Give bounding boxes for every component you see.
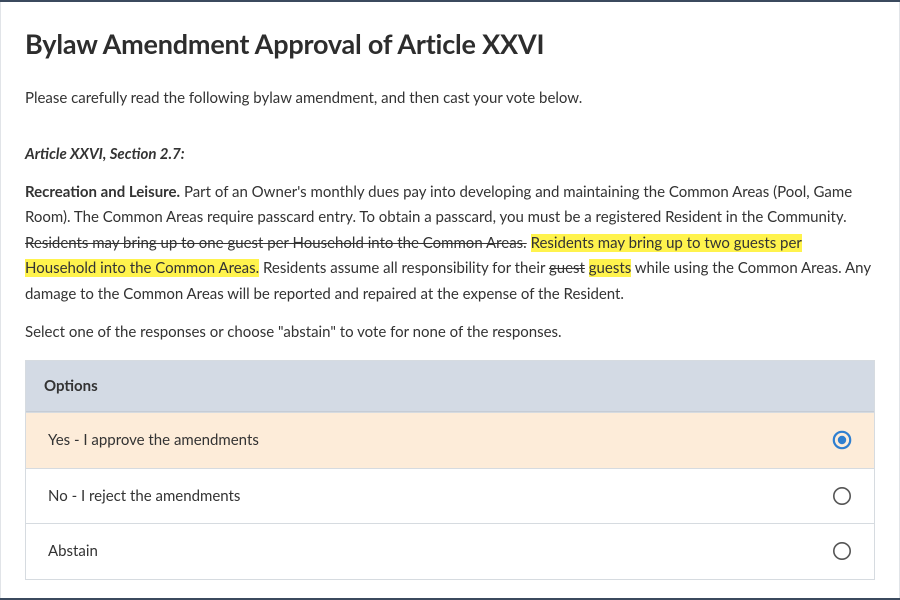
ballot-container: Bylaw Amendment Approval of Article XXVI… [0, 0, 900, 600]
page-title: Bylaw Amendment Approval of Article XXVI [25, 24, 875, 65]
bylaw-topic: Recreation and Leisure. [25, 183, 180, 201]
intro-text: Please carefully read the following byla… [25, 87, 875, 110]
option-label: Abstain [48, 540, 98, 563]
options-header: Options [26, 361, 874, 413]
section-heading: Article XXVI, Section 2.7: [25, 143, 875, 166]
options-box: Options Yes - I approve the amendments N… [25, 360, 875, 580]
option-no[interactable]: No - I reject the amendments [26, 468, 874, 524]
ballot-inner: Bylaw Amendment Approval of Article XXVI… [0, 2, 900, 598]
bylaw-strike-1: Residents may bring up to one guest per … [25, 234, 527, 252]
bylaw-body-2: Residents assume all responsibility for … [259, 259, 549, 277]
option-label: No - I reject the amendments [48, 485, 240, 508]
select-instruction: Select one of the responses or choose "a… [25, 321, 875, 344]
bylaw-strike-2: guest [549, 259, 585, 277]
option-abstain[interactable]: Abstain [26, 523, 874, 579]
radio-selected-icon [832, 430, 852, 450]
radio-unselected-icon [832, 486, 852, 506]
bylaw-addition-2: guests [589, 259, 631, 277]
radio-unselected-icon [832, 541, 852, 561]
bylaw-text: Recreation and Leisure. Part of an Owner… [25, 180, 875, 308]
option-label: Yes - I approve the amendments [48, 429, 259, 452]
option-yes[interactable]: Yes - I approve the amendments [26, 412, 874, 468]
